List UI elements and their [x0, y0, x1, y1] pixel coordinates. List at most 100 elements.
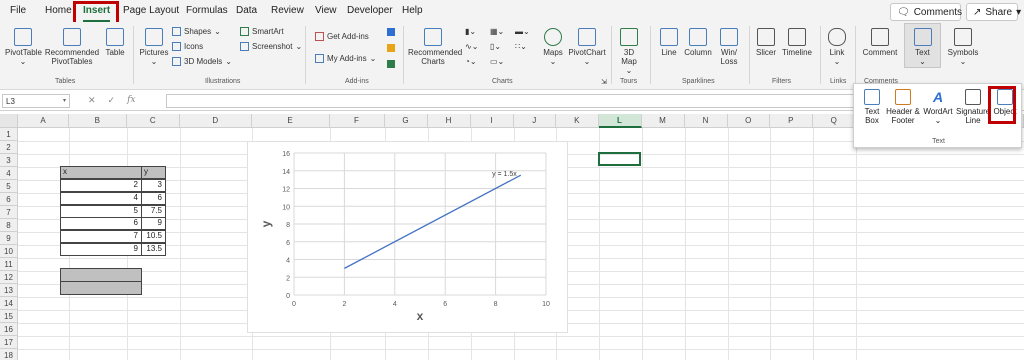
row-header-10[interactable]: 10 — [0, 245, 18, 258]
maps-button[interactable]: Maps ⌄ — [540, 28, 566, 66]
row-header-7[interactable]: 7 — [0, 206, 18, 219]
bar-chart-icon[interactable]: ▬⌄ — [515, 27, 530, 36]
table-cell-x[interactable]: 2 — [60, 179, 142, 192]
shapes-button[interactable]: Shapes ⌄ — [172, 27, 221, 36]
row-header-6[interactable]: 6 — [0, 193, 18, 206]
tab-help[interactable]: Help — [402, 5, 423, 16]
row-header-2[interactable]: 2 — [0, 141, 18, 154]
table-cell-y[interactable]: 13.5 — [141, 243, 166, 256]
my-addins-button[interactable]: My Add-ins ⌄ — [315, 54, 376, 63]
column-header-q[interactable]: Q — [812, 114, 856, 128]
table-button[interactable]: Table — [103, 28, 127, 57]
column-header-j[interactable]: J — [513, 114, 556, 128]
row-header-17[interactable]: 17 — [0, 336, 18, 349]
people-icon[interactable] — [387, 60, 395, 68]
icons-button[interactable]: Icons — [172, 42, 203, 51]
table-cell-x[interactable]: 6 — [60, 217, 142, 231]
line-chart-icon[interactable]: ∿⌄ — [465, 42, 478, 51]
table-cell-x[interactable]: 7 — [60, 230, 142, 244]
wordart-button[interactable]: A WordArt ⌄ — [922, 89, 954, 125]
recommended-charts-button[interactable]: Recommended Charts — [408, 28, 462, 66]
tab-formulas[interactable]: Formulas — [186, 5, 228, 16]
column-header-o[interactable]: O — [727, 114, 770, 128]
tab-developer[interactable]: Developer — [347, 5, 393, 16]
empty-grey-cell[interactable] — [60, 281, 142, 295]
cancel-icon[interactable]: ✕ — [88, 95, 96, 106]
slicer-button[interactable]: Slicer — [753, 28, 779, 57]
table-cell-x[interactable]: 4 — [60, 191, 142, 205]
empty-grey-cell[interactable] — [60, 268, 142, 282]
timeline-button[interactable]: Timeline — [780, 28, 814, 57]
pivotchart-button[interactable]: PivotChart ⌄ — [568, 28, 606, 66]
table-cell-y[interactable]: 7.5 — [141, 204, 166, 218]
text-box-button[interactable]: Text Box — [860, 89, 884, 125]
formula-input[interactable] — [166, 94, 856, 108]
link-button[interactable]: Link ⌄ — [825, 28, 849, 66]
symbols-button[interactable]: Symbols ⌄ — [945, 28, 981, 66]
table-header-x[interactable]: x — [60, 166, 142, 179]
comments-button[interactable]: 🗨 Comments — [890, 3, 962, 21]
3d-models-button[interactable]: 3D Models ⌄ — [172, 57, 232, 66]
column-header-f[interactable]: F — [329, 114, 385, 128]
sparkline-line-button[interactable]: Line — [658, 28, 680, 57]
sparkline-winloss-button[interactable]: Win/ Loss — [716, 28, 742, 66]
row-header-3[interactable]: 3 — [0, 154, 18, 167]
dialog-launcher-icon[interactable]: ⇲ — [601, 78, 607, 86]
sparkline-column-button[interactable]: Column — [683, 28, 713, 57]
name-box[interactable]: L3 ▾ — [2, 94, 70, 108]
pictures-button[interactable]: Pictures ⌄ — [138, 28, 170, 66]
column-header-i[interactable]: I — [470, 114, 514, 128]
tab-file[interactable]: File — [10, 5, 26, 16]
column-header-c[interactable]: C — [126, 114, 180, 128]
column-header-p[interactable]: P — [770, 114, 813, 128]
row-header-4[interactable]: 4 — [0, 167, 18, 180]
row-header-5[interactable]: 5 — [0, 180, 18, 193]
bing-icon[interactable] — [387, 44, 395, 52]
smartart-button[interactable]: SmartArt — [240, 27, 284, 36]
tab-review[interactable]: Review — [271, 5, 304, 16]
chart-area[interactable]: 0 2 4 6 8 10 12 14 16 0 2 4 6 8 10 y = 1.5x x y — [247, 141, 568, 333]
row-header-11[interactable]: 11 — [0, 258, 18, 271]
combo-chart-icon[interactable]: ▭⌄ — [490, 57, 504, 66]
tab-data[interactable]: Data — [236, 5, 257, 16]
row-header-1[interactable]: 1 — [0, 128, 18, 141]
fx-icon[interactable]: fx — [127, 95, 135, 106]
column-header-n[interactable]: N — [684, 114, 728, 128]
hierarchy-chart-icon[interactable]: ▦⌄ — [490, 27, 504, 36]
table-cell-y[interactable]: 9 — [141, 217, 166, 231]
get-addins-button[interactable]: Get Add-ins — [315, 32, 369, 41]
tab-home[interactable]: Home — [45, 5, 72, 16]
table-cell-y[interactable]: 3 — [141, 179, 166, 192]
signature-line-button[interactable]: Signature Line — [956, 89, 990, 125]
tab-view[interactable]: View — [315, 5, 337, 16]
column-header-b[interactable]: B — [69, 114, 127, 128]
column-header-g[interactable]: G — [384, 114, 428, 128]
pie-chart-icon[interactable]: ◔⌄ — [465, 57, 477, 66]
row-header-14[interactable]: 14 — [0, 297, 18, 310]
share-button[interactable]: ↗ Share ▾ — [966, 3, 1021, 21]
comment-button[interactable]: Comment — [860, 28, 900, 57]
select-all-corner[interactable] — [0, 114, 18, 128]
tab-page-layout[interactable]: Page Layout — [123, 5, 179, 16]
column-chart-icon[interactable]: ▮⌄ — [465, 27, 476, 36]
screenshot-button[interactable]: Screenshot ⌄ — [240, 42, 302, 51]
column-header-d[interactable]: D — [180, 114, 252, 128]
column-header-m[interactable]: M — [641, 114, 685, 128]
column-header-e[interactable]: E — [251, 114, 330, 128]
table-header-y[interactable]: y — [141, 166, 166, 179]
pivottable-button[interactable]: PivotTable ⌄ — [5, 28, 42, 66]
3d-map-button[interactable]: 3D Map ⌄ — [616, 28, 642, 75]
header-footer-button[interactable]: Header & Footer — [886, 89, 920, 125]
row-header-8[interactable]: 8 — [0, 219, 18, 232]
table-cell-x[interactable]: 9 — [60, 243, 142, 256]
column-header-k[interactable]: K — [556, 114, 599, 128]
column-header-a[interactable]: A — [18, 114, 69, 128]
row-header-13[interactable]: 13 — [0, 284, 18, 297]
column-header-l[interactable]: L — [598, 114, 642, 128]
scatter-chart-icon[interactable]: ∷⌄ — [515, 42, 527, 51]
table-cell-y[interactable]: 10.5 — [141, 230, 166, 244]
table-cell-y[interactable]: 6 — [141, 191, 166, 205]
selected-cell-l3[interactable] — [598, 152, 641, 166]
table-cell-x[interactable]: 5 — [60, 204, 142, 218]
visio-icon[interactable] — [387, 28, 395, 36]
